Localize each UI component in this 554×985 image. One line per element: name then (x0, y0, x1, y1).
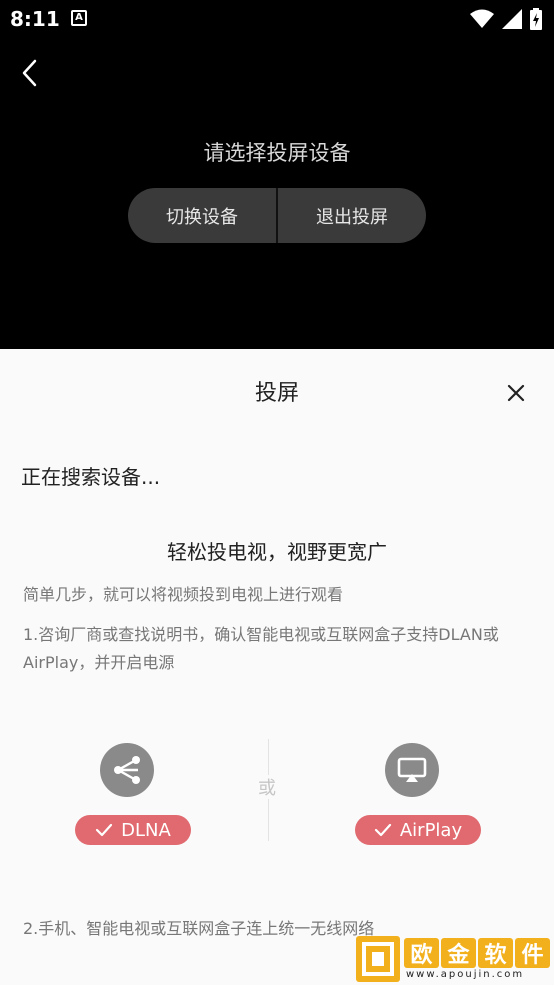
watermark-char: 欧 (404, 938, 439, 968)
signal-icon (502, 9, 522, 29)
close-button[interactable] (505, 382, 527, 404)
switch-device-button[interactable]: 切换设备 (128, 188, 276, 243)
watermark-url: www.apoujin.com (406, 969, 525, 980)
divider-top (268, 739, 269, 775)
share-nodes-icon (100, 743, 154, 797)
status-bar: 8:11 A (0, 0, 554, 40)
dlna-label: DLNA (121, 819, 171, 841)
divider-bottom (268, 799, 269, 841)
select-device-title: 请选择投屏设备 (203, 141, 351, 165)
sheet-title: 投屏 (254, 381, 299, 406)
cast-description: 简单几步，就可以将视频投到电视上进行观看 (23, 585, 344, 604)
airplay-badge: AirPlay (355, 815, 481, 845)
dlna-protocol: DLNA (71, 741, 191, 851)
airplay-label: AirPlay (399, 819, 463, 841)
or-text: 或 (258, 778, 276, 799)
searching-status: 正在搜索设备... (21, 465, 161, 489)
dlna-badge: DLNA (75, 815, 191, 845)
step-1-text: 1.咨询厂商或查找说明书，确认智能电视或互联网盒子支持DLAN或AirPlay，… (23, 625, 499, 672)
step-2-text: 2.手机、智能电视或互联网盒子连上统一无线网络 (23, 919, 375, 938)
check-icon (374, 823, 391, 837)
battery-icon (530, 8, 542, 30)
cast-button-group: 切换设备 退出投屏 (128, 188, 426, 243)
watermark-char: 金 (441, 938, 476, 968)
watermark-char: 件 (515, 938, 550, 968)
cast-control-panel: 8:11 A 请选择投屏设备 切换设备 退出投屏 (0, 0, 554, 349)
airplay-icon (385, 743, 439, 797)
watermark-text: 欧 金 软 件 (404, 938, 550, 968)
cast-headline: 轻松投电视，视野更宽广 (167, 540, 387, 564)
wifi-icon (470, 9, 494, 28)
chevron-left-icon (22, 59, 37, 87)
watermark-char: 软 (478, 938, 513, 968)
watermark: 欧 金 软 件 www.apoujin.com (356, 936, 550, 982)
screen: 8:11 A 请选择投屏设备 切换设备 退出投屏 投屏 正在搜索设备... 轻松… (0, 0, 554, 985)
status-time: 8:11 (10, 7, 60, 31)
notification-a-icon: A (71, 10, 87, 26)
close-icon (507, 384, 525, 402)
check-icon (96, 823, 113, 837)
watermark-logo-icon (356, 936, 400, 982)
back-button[interactable] (16, 56, 46, 90)
cast-sheet: 投屏 正在搜索设备... 轻松投电视，视野更宽广 简单几步，就可以将视频投到电视… (0, 349, 554, 985)
airplay-protocol: AirPlay (353, 741, 481, 851)
exit-cast-button[interactable]: 退出投屏 (278, 188, 426, 243)
system-icons (470, 8, 542, 30)
